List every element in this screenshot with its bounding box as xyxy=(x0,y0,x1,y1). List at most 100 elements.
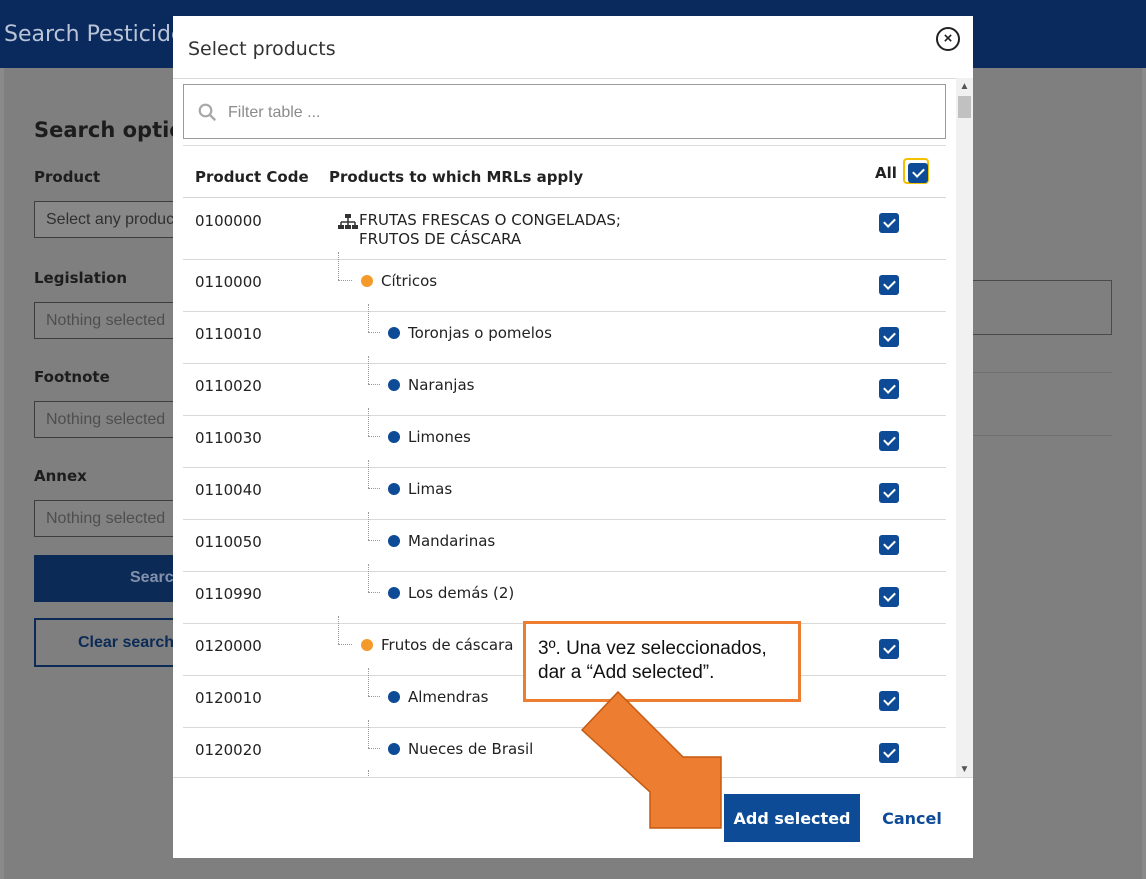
product-name: Limones xyxy=(408,428,471,446)
tree-connector xyxy=(368,408,369,436)
product-name: Almendras xyxy=(408,688,489,706)
product-name: Cítricos xyxy=(381,272,438,290)
level-dot xyxy=(388,587,400,599)
level-dot xyxy=(388,535,400,547)
product-code: 0120010 xyxy=(195,689,262,707)
add-selected-button[interactable]: Add selected xyxy=(724,794,860,842)
tree-connector xyxy=(368,748,380,749)
modal-title: Select products xyxy=(188,38,336,60)
row-checkbox[interactable] xyxy=(879,275,899,295)
table-row[interactable]: 0110000 Cítricos xyxy=(183,252,946,312)
scroll-up-icon[interactable]: ▲ xyxy=(956,78,973,95)
scrollbar-thumb[interactable] xyxy=(958,96,971,118)
scroll-down-icon[interactable]: ▼ xyxy=(956,761,973,778)
product-name-line2: FRUTOS DE CÁSCARA xyxy=(359,230,522,248)
level-dot xyxy=(388,483,400,495)
table-row[interactable]: 0110990 Los demás (2) xyxy=(183,564,946,624)
tree-connector xyxy=(368,460,369,488)
tree-connector xyxy=(368,384,380,385)
tree-connector xyxy=(338,616,339,644)
background-field xyxy=(972,280,1112,335)
product-name: Toronjas o pomelos xyxy=(408,324,552,342)
product-code: 0110000 xyxy=(195,273,262,291)
level-dot xyxy=(388,743,400,755)
table-row[interactable]: 0100000 FRUTAS FRESCAS O CONGELADAS; FRU… xyxy=(183,198,946,260)
annex-label: Annex xyxy=(34,467,87,485)
clear-search-button[interactable]: Clear search xyxy=(34,618,184,667)
callout-line-1: 3º. Una vez seleccionados, xyxy=(538,638,767,659)
column-header-product[interactable]: Products to which MRLs apply xyxy=(329,168,583,186)
product-name: Mandarinas xyxy=(408,532,496,550)
product-code: 0110050 xyxy=(195,533,262,551)
level-dot xyxy=(388,379,400,391)
callout-line-2: dar a “Add selected”. xyxy=(538,662,715,683)
product-code: 0120020 xyxy=(195,741,262,759)
tree-connector xyxy=(368,720,369,748)
row-checkbox[interactable] xyxy=(879,639,899,659)
product-name: Limas xyxy=(408,480,453,498)
level-dot xyxy=(388,431,400,443)
product-name: Naranjas xyxy=(408,376,475,394)
level-dot xyxy=(361,275,373,287)
tree-connector xyxy=(368,332,380,333)
level-dot xyxy=(388,691,400,703)
row-checkbox[interactable] xyxy=(879,535,899,555)
column-header-all: All xyxy=(875,164,897,182)
product-label: Product xyxy=(34,168,101,186)
row-checkbox[interactable] xyxy=(879,691,899,711)
table-row[interactable]: 0110030 Limones xyxy=(183,408,946,468)
product-name: FRUTAS FRESCAS O CONGELADAS; xyxy=(359,211,621,229)
table-row[interactable]: 0110050 Mandarinas xyxy=(183,512,946,572)
select-all-checkbox[interactable] xyxy=(903,158,929,184)
column-header-code[interactable]: Product Code xyxy=(195,168,309,186)
product-code: 0110010 xyxy=(195,325,262,343)
product-name: Frutos de cáscara xyxy=(381,636,514,654)
legislation-label: Legislation xyxy=(34,269,128,287)
instruction-callout: 3º. Una vez seleccionados, dar a “Add se… xyxy=(523,621,801,702)
table-row[interactable]: 0110040 Limas xyxy=(183,460,946,520)
product-name: Nueces de Brasil xyxy=(408,740,534,758)
tree-connector xyxy=(368,436,380,437)
annex-select[interactable]: Nothing selected xyxy=(34,500,184,537)
row-checkbox[interactable] xyxy=(879,431,899,451)
search-button[interactable]: Search xyxy=(34,555,184,602)
checkbox-checked-icon xyxy=(908,163,928,183)
tree-connector xyxy=(368,488,380,489)
row-checkbox[interactable] xyxy=(879,213,899,233)
table-scrollbar[interactable]: ▲ ▼ xyxy=(956,78,973,778)
table-row[interactable]: 0110020 Naranjas xyxy=(183,356,946,416)
tree-connector xyxy=(338,252,339,280)
product-select[interactable]: Select any product xyxy=(34,201,184,238)
tree-connector xyxy=(368,540,380,541)
product-code: 0100000 xyxy=(195,212,262,230)
modal-header-divider xyxy=(173,78,973,79)
cancel-button[interactable]: Cancel xyxy=(875,794,949,842)
modal-footer-divider xyxy=(173,777,973,778)
product-code: 0120000 xyxy=(195,637,262,655)
tree-connector xyxy=(368,696,380,697)
select-products-modal: Select products × Product Code Products … xyxy=(173,16,973,858)
footnote-label: Footnote xyxy=(34,368,110,386)
row-checkbox[interactable] xyxy=(879,379,899,399)
tree-connector xyxy=(368,356,369,384)
close-icon[interactable]: × xyxy=(936,27,960,51)
row-checkbox[interactable] xyxy=(879,587,899,607)
tree-connector xyxy=(368,304,369,332)
background-divider xyxy=(972,372,1112,373)
table-row[interactable]: 0120020 Nueces de Brasil xyxy=(183,720,946,778)
tree-connector xyxy=(368,668,369,696)
footnote-select[interactable]: Nothing selected xyxy=(34,401,184,438)
row-checkbox[interactable] xyxy=(879,743,899,763)
table-row[interactable]: 0110010 Toronjas o pomelos xyxy=(183,304,946,364)
product-code: 0110020 xyxy=(195,377,262,395)
tree-connector xyxy=(338,644,352,645)
product-code: 0110030 xyxy=(195,429,262,447)
row-checkbox[interactable] xyxy=(879,483,899,503)
legislation-select[interactable]: Nothing selected xyxy=(34,302,184,339)
tree-connector xyxy=(338,280,352,281)
row-checkbox[interactable] xyxy=(879,327,899,347)
product-code: 0110990 xyxy=(195,585,262,603)
tree-connector xyxy=(368,512,369,540)
tree-connector xyxy=(368,592,380,593)
filter-input[interactable] xyxy=(226,85,930,140)
